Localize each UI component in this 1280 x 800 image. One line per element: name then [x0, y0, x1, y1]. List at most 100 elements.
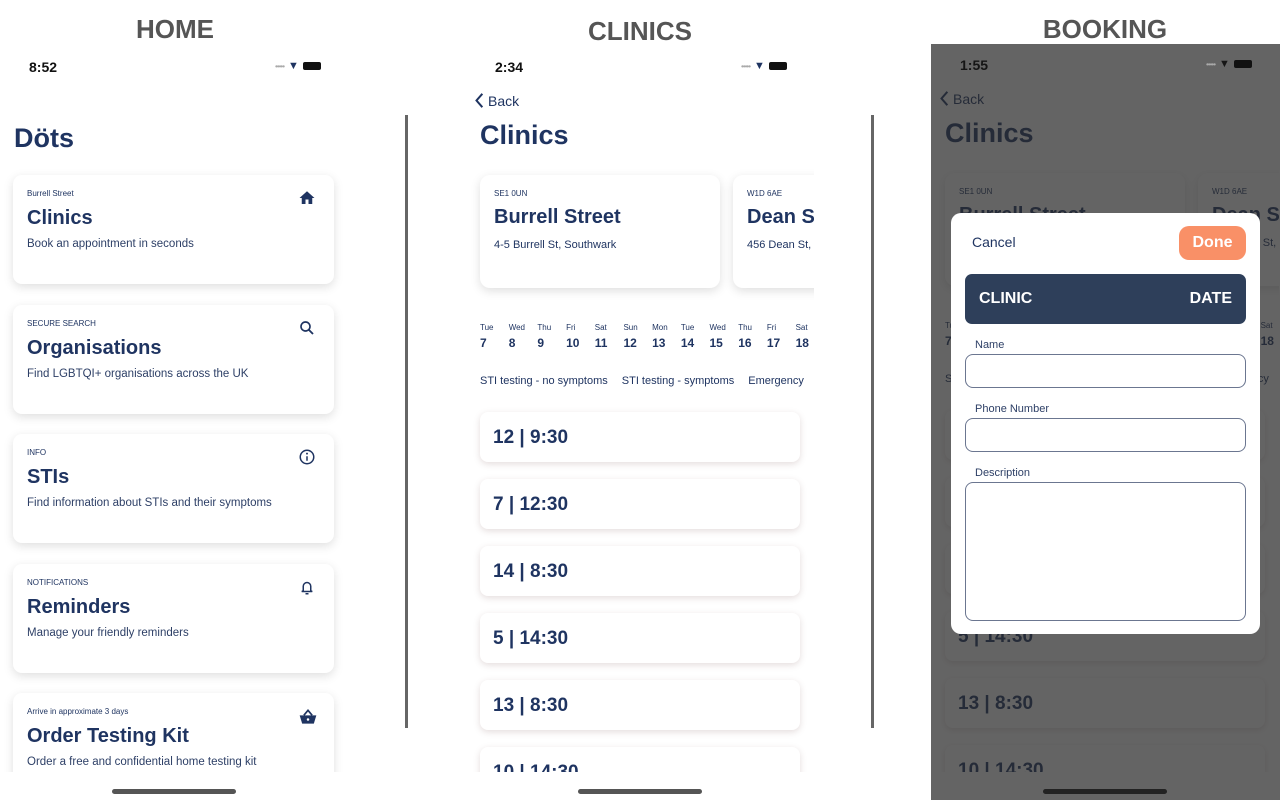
- booking-modal: Cancel Done CLINIC DATE Name Phone Numbe…: [951, 213, 1260, 634]
- date-option[interactable]: Sat 11: [595, 323, 624, 350]
- home-indicator: [1043, 789, 1167, 794]
- home-card-reminders[interactable]: NOTIFICATIONS Reminders Manage your frie…: [13, 563, 334, 673]
- date-option[interactable]: Sun 12: [623, 323, 652, 350]
- date-option[interactable]: Fri 10: [566, 323, 595, 350]
- card-title: Reminders: [27, 595, 131, 618]
- description-field[interactable]: [965, 482, 1246, 621]
- day-name: Fri: [566, 323, 576, 332]
- panel-title-clinics: CLINICS: [588, 16, 692, 46]
- day-number: 13: [652, 336, 666, 350]
- wifi-icon: ▼: [754, 60, 765, 72]
- clinic-address: 456 Dean St, Soho: [747, 239, 814, 251]
- bell-icon: [298, 578, 316, 596]
- day-number: 16: [738, 336, 752, 350]
- phone-field[interactable]: [965, 418, 1246, 452]
- status-icons: ••••• ▼: [275, 60, 321, 72]
- card-caption: Burrell Street: [27, 189, 74, 198]
- name-field[interactable]: [965, 354, 1246, 388]
- card-title: STIs: [27, 466, 70, 488]
- clinic-postcode: W1D 6AE: [747, 189, 783, 198]
- home-indicator: [112, 789, 236, 794]
- day-name: Mon: [652, 323, 668, 332]
- date-option[interactable]: Wed 15: [710, 323, 739, 350]
- home-indicator: [578, 789, 702, 794]
- status-time: 2:34: [495, 59, 524, 75]
- day-name: Wed: [709, 323, 726, 332]
- service-filter[interactable]: STI testing - symptoms: [622, 375, 734, 387]
- back-label: Back: [488, 92, 520, 109]
- description-label: Description: [975, 467, 1031, 479]
- panel-title-booking: BOOKING: [1042, 14, 1168, 44]
- clinic-card[interactable]: SE1 0UN Burrell Street 4-5 Burrell St, S…: [480, 175, 720, 288]
- date-option[interactable]: Tue 14: [681, 323, 710, 350]
- divider: [405, 115, 408, 728]
- basket-icon: [298, 707, 317, 725]
- home-card-clinics[interactable]: Burrell Street Clinics Book an appointme…: [13, 175, 334, 284]
- day-number: 17: [766, 336, 781, 350]
- day-number: 7: [480, 336, 487, 350]
- card-caption: Arrive in approximate 3 days: [27, 707, 129, 716]
- clinic-name: Dean Street: [747, 206, 814, 228]
- home-screen: Döts Burrell Street Clinics Book an appo…: [0, 110, 345, 772]
- date-picker: Tue 7 Wed 8 Thu 9 Fri 10 Sat 11 Sun 12 Mon 13 Tue 14 Wed…: [480, 323, 814, 350]
- day-name: Thu: [537, 323, 552, 332]
- card-description: Book an appointment in seconds: [27, 238, 194, 250]
- wifi-icon: ▼: [288, 60, 299, 72]
- day-name: Tue: [680, 323, 695, 332]
- day-number: 8: [508, 336, 516, 350]
- time-slot[interactable]: 14 | 8:30: [480, 546, 800, 596]
- date-option[interactable]: Wed 8: [509, 323, 538, 350]
- service-filters: STI testing - no symptoms STI testing - s…: [480, 375, 804, 387]
- time-slot[interactable]: 13 | 8:30: [480, 680, 800, 730]
- card-description: Order a free and confidential home testi…: [27, 756, 257, 768]
- clinic-address: 4-5 Burrell St, Southwark: [494, 239, 617, 251]
- booking-summary-header: CLINIC DATE: [965, 274, 1246, 324]
- day-name: Fri: [766, 323, 777, 332]
- day-number: 11: [594, 336, 608, 350]
- home-card-stis[interactable]: INFO STIs Find information about STIs an…: [13, 434, 334, 543]
- clinics-content: SE1 0UN Burrell Street 4-5 Burrell St, S…: [466, 160, 814, 772]
- day-number: 9: [537, 336, 545, 350]
- date-option[interactable]: Thu 9: [537, 323, 566, 350]
- home-card-order-testing-kit[interactable]: Arrive in approximate 3 days Order Testi…: [13, 693, 334, 772]
- day-number: 15: [709, 336, 723, 350]
- card-title: Organisations: [27, 336, 162, 359]
- battery-icon: [1233, 60, 1252, 68]
- day-name: Sun: [623, 323, 638, 332]
- card-caption: INFO: [27, 448, 47, 457]
- clinic-label: CLINIC: [979, 290, 1033, 307]
- date-option[interactable]: Mon 13: [652, 323, 681, 350]
- time-slot[interactable]: 10 | 14:30: [480, 747, 800, 772]
- date-option[interactable]: Sat 18: [796, 323, 814, 350]
- date-option[interactable]: Fri 17: [767, 323, 796, 350]
- cancel-button[interactable]: Cancel: [972, 234, 1016, 250]
- home-icon: [298, 189, 316, 207]
- info-icon: [298, 448, 316, 466]
- time-slot[interactable]: 5 | 14:30: [480, 613, 800, 663]
- service-filter[interactable]: STI testing - no symptoms: [480, 375, 608, 387]
- day-name: Tue: [480, 323, 494, 332]
- home-card-organisations[interactable]: SECURE SEARCH Organisations Find LGBTQI+…: [13, 304, 334, 414]
- clinic-name: Burrell Street: [494, 206, 621, 228]
- status-icons: ••••• ▼: [1206, 58, 1252, 70]
- time-slot[interactable]: 12 | 9:30: [480, 412, 800, 462]
- clinic-card[interactable]: W1D 6AE Dean Street 456 Dean St, Soho: [733, 175, 814, 288]
- time-slot[interactable]: 7 | 12:30: [480, 479, 800, 529]
- day-name: Thu: [738, 323, 752, 332]
- service-filter[interactable]: Emergency: [748, 375, 804, 387]
- day-number: 12: [623, 336, 637, 350]
- back-button[interactable]: Back: [474, 92, 519, 109]
- chevron-left-icon: [475, 93, 484, 108]
- card-description: Find information about STIs and their sy…: [27, 497, 272, 509]
- day-number: 10: [566, 336, 580, 350]
- done-button[interactable]: Done: [1179, 226, 1246, 260]
- date-option[interactable]: Thu 16: [738, 323, 767, 350]
- search-icon: [298, 319, 316, 337]
- date-option[interactable]: Tue 7: [480, 323, 509, 350]
- day-name: Sat: [795, 323, 808, 332]
- clinic-postcode: SE1 0UN: [494, 189, 528, 198]
- page-title: Clinics: [480, 120, 569, 150]
- day-name: Sat: [594, 323, 607, 332]
- card-title: Clinics: [27, 207, 93, 229]
- phone-label: Phone Number: [975, 403, 1049, 415]
